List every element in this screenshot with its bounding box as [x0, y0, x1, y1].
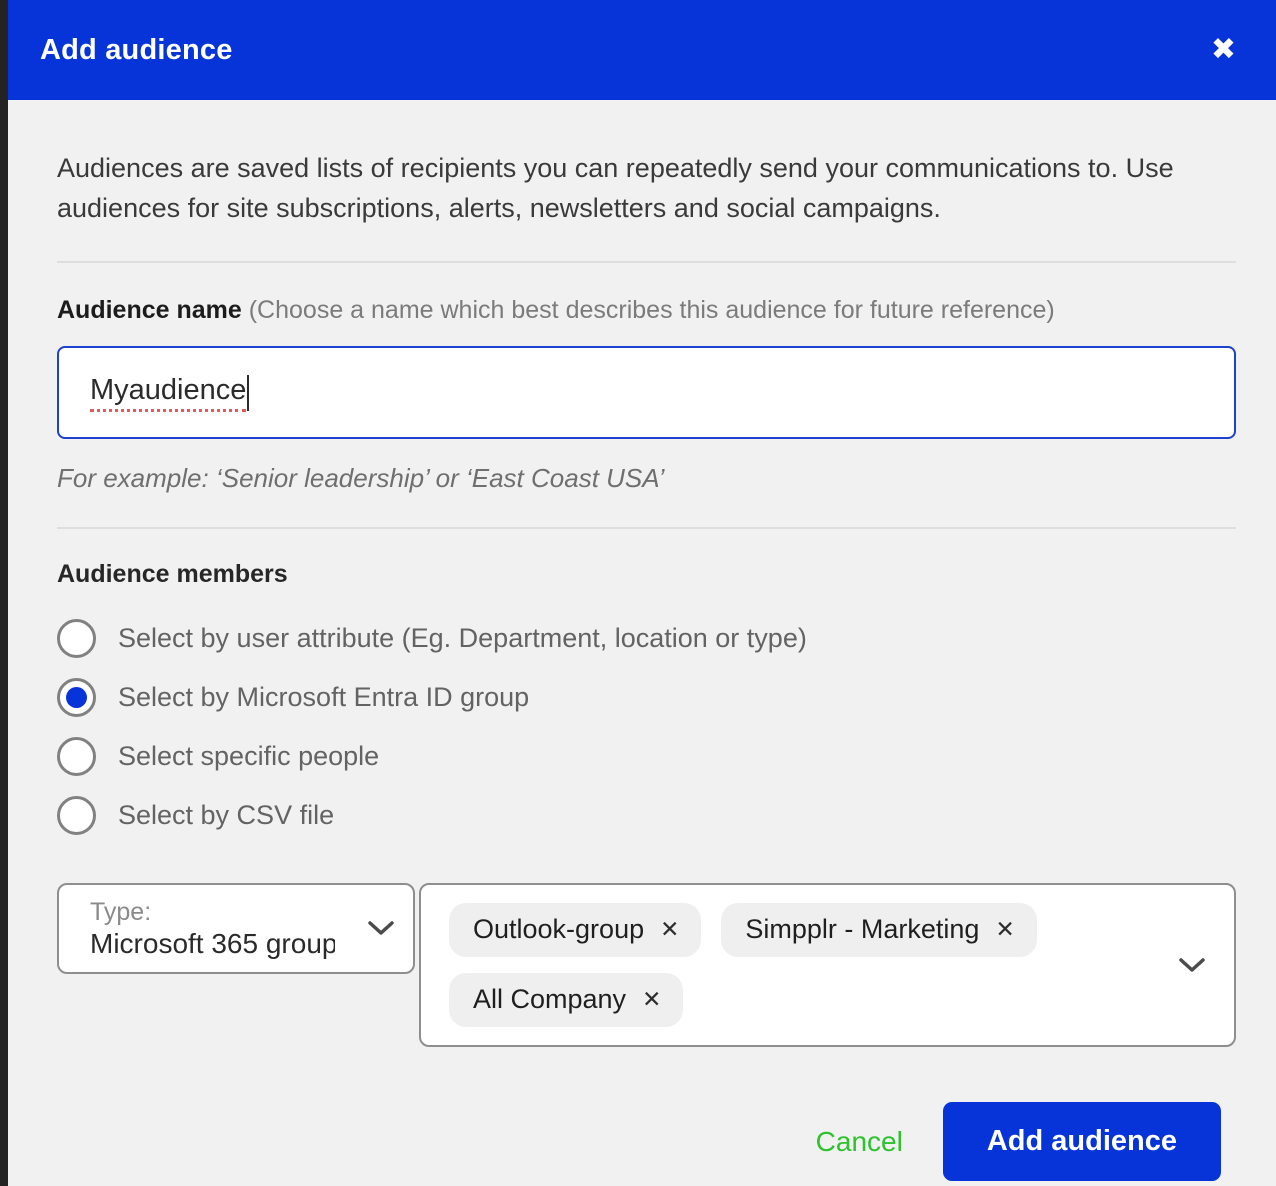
chevron-down-icon: [1179, 958, 1205, 972]
radio-icon: [57, 737, 96, 776]
remove-chip-icon[interactable]: ✕: [660, 918, 679, 941]
remove-chip-icon[interactable]: ✕: [995, 918, 1014, 941]
chip-label: All Company: [473, 984, 627, 1014]
page-edge-strip: [0, 0, 8, 1186]
dialog-header: Add audience ✖: [8, 0, 1276, 100]
add-audience-dialog: Add audience ✖ Audiences are saved lists…: [8, 0, 1276, 1186]
cancel-button[interactable]: Cancel: [816, 1126, 903, 1158]
audience-members-label: Audience members: [57, 560, 288, 588]
chip-outlook-group: Outlook-group ✕: [449, 903, 702, 957]
radio-icon: [57, 678, 96, 717]
chip-simpplr-marketing: Simpplr - Marketing ✕: [721, 903, 1037, 957]
divider: [57, 261, 1236, 263]
chevron-down-icon: [368, 921, 394, 935]
radio-select-specific-people[interactable]: Select specific people: [57, 737, 1236, 776]
text-caret: [247, 374, 250, 411]
dialog-title: Add audience: [40, 33, 233, 66]
dialog-footer: Cancel Add audience: [57, 1102, 1236, 1181]
radio-icon: [57, 796, 96, 835]
group-multiselect[interactable]: Outlook-group ✕ Simpplr - Marketing ✕ Al…: [419, 883, 1236, 1047]
remove-chip-icon[interactable]: ✕: [642, 988, 661, 1011]
chip-all-company: All Company ✕: [449, 973, 684, 1027]
audience-members-options: Select by user attribute (Eg. Department…: [57, 619, 1236, 835]
dialog-description: Audiences are saved lists of recipients …: [57, 153, 1174, 223]
audience-name-label: Audience name: [57, 296, 242, 324]
chip-label: Outlook-group: [473, 914, 645, 944]
group-picker-row: Type: Microsoft 365 group Outlook-group …: [57, 883, 1236, 1047]
audience-name-input[interactable]: Myaudience: [57, 346, 1236, 439]
group-type-dropdown[interactable]: Type: Microsoft 365 group: [57, 883, 415, 974]
radio-select-by-user-attribute[interactable]: Select by user attribute (Eg. Department…: [57, 619, 1236, 658]
divider: [57, 527, 1236, 529]
dialog-body: Audiences are saved lists of recipients …: [8, 100, 1276, 1181]
group-type-texts: Type: Microsoft 365 group: [90, 897, 367, 961]
radio-select-by-entra-id-group[interactable]: Select by Microsoft Entra ID group: [57, 678, 1236, 717]
audience-name-value: Myaudience: [90, 374, 247, 412]
add-audience-button[interactable]: Add audience: [942, 1102, 1221, 1181]
audience-name-label-row: Audience name (Choose a name which best …: [57, 296, 1236, 325]
group-type-value: Microsoft 365 group: [90, 927, 335, 959]
close-icon[interactable]: ✖: [1211, 35, 1236, 65]
group-type-label: Type:: [90, 897, 152, 926]
audience-name-hint: (Choose a name which best describes this…: [248, 296, 1055, 324]
radio-select-by-csv-file[interactable]: Select by CSV file: [57, 796, 1236, 835]
audience-name-example: For example: ‘Senior leadership’ or ‘Eas…: [57, 463, 665, 493]
chip-label: Simpplr - Marketing: [745, 914, 980, 944]
radio-icon: [57, 619, 96, 658]
